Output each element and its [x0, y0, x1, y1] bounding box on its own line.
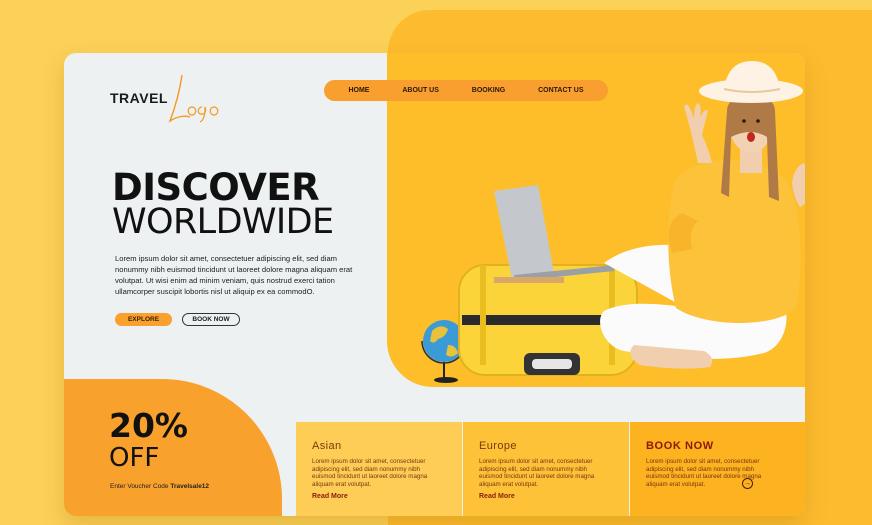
hero-photo-traveler — [421, 61, 805, 383]
arrow-right-circle-icon[interactable]: → — [742, 478, 753, 489]
book-now-button[interactable]: BOOK NOW — [182, 313, 240, 326]
hero-title-line2: WORLDWIDE — [112, 202, 334, 242]
voucher-prefix: Enter Voucher Code — [110, 483, 169, 490]
hero-description: Lorem ipsum dolor sit amet, consectetuer… — [115, 254, 353, 296]
card-title: Asian — [312, 440, 342, 452]
landing-page-card: TRAVEL HOME ABOUT US BOOKING CONTACT US … — [64, 53, 805, 516]
hero-title-line1: DISCOVER — [112, 166, 320, 209]
woman-figure — [600, 61, 805, 369]
card-text: Lorem ipsum dolor sit amet, consectetuer… — [479, 458, 595, 488]
destination-card-europe: Europe Lorem ipsum dolor sit amet, conse… — [463, 422, 629, 516]
logo-text: TRAVEL — [110, 90, 168, 106]
destination-card-asian: Asian Lorem ipsum dolor sit amet, consec… — [296, 422, 462, 516]
voucher-code: Travelsale12 — [170, 483, 210, 490]
card-title: BOOK NOW — [646, 440, 714, 452]
logo-script-icon — [168, 74, 219, 123]
discount-percent: 20% — [109, 406, 188, 445]
read-more-link[interactable]: Read More — [479, 493, 629, 500]
discount-panel — [64, 379, 282, 516]
book-now-card: BOOK NOW Lorem ipsum dolor sit amet, con… — [630, 422, 805, 516]
card-text: Lorem ipsum dolor sit amet, consectetuer… — [312, 458, 428, 488]
discount-off-label: OFF — [109, 443, 160, 473]
card-title: Europe — [479, 440, 517, 452]
brand-logo[interactable]: TRAVEL — [110, 74, 220, 129]
read-more-link[interactable]: Read More — [312, 493, 462, 500]
explore-button[interactable]: EXPLORE — [115, 313, 172, 326]
voucher-text: Enter Voucher Code Travelsale12 — [110, 483, 209, 490]
nav-home[interactable]: HOME — [348, 87, 369, 94]
